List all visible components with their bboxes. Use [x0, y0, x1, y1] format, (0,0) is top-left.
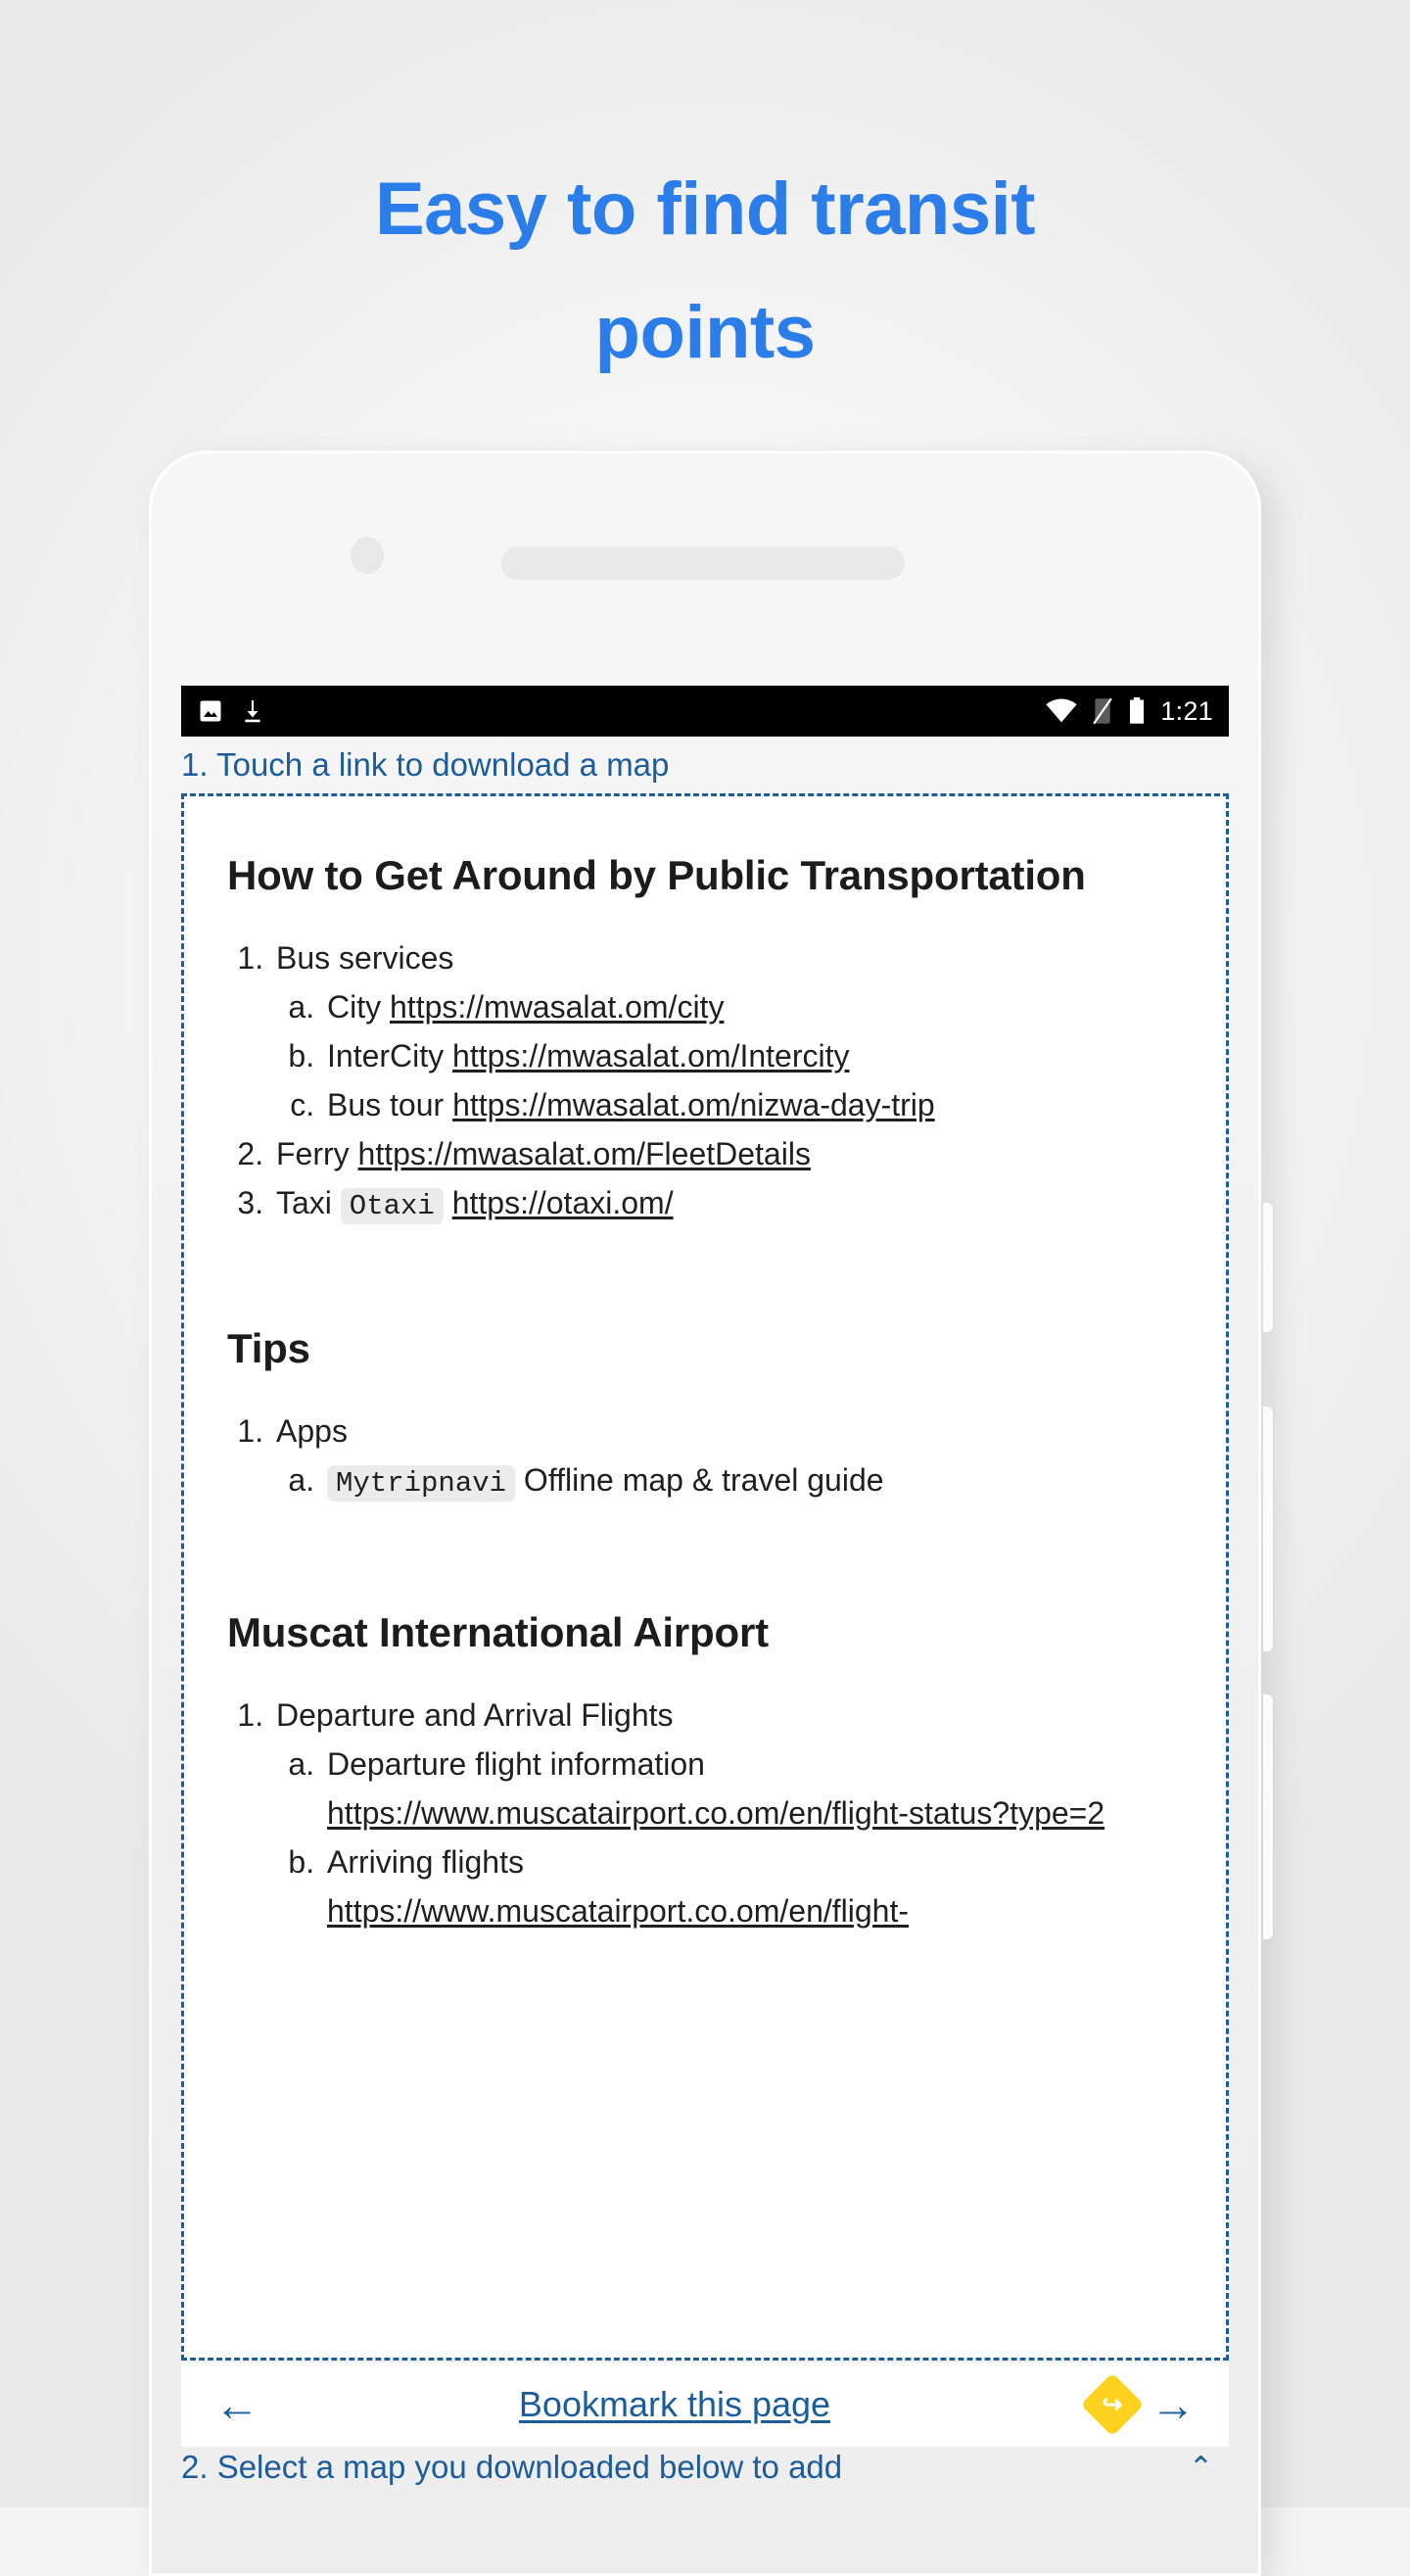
link-city[interactable]: https://mwasalat.om/city	[390, 989, 724, 1025]
heading-airport: Muscat International Airport	[227, 1608, 769, 1655]
no-signal-icon	[1093, 697, 1113, 725]
battery-icon	[1130, 697, 1145, 724]
flights-sublist: Departure flight information https://www…	[276, 1741, 1183, 1936]
item-label: Departure flight information	[327, 1745, 705, 1782]
link-bus-tour[interactable]: https://mwasalat.om/nizwa-day-trip	[452, 1087, 935, 1122]
step-1-instruction: 1. Touch a link to download a map	[181, 746, 670, 783]
item-label: Ferry	[276, 1135, 350, 1171]
airport-list: Departure and Arrival Flights Departure …	[227, 1692, 1183, 1936]
link-ferry[interactable]: https://mwasalat.om/FleetDetails	[358, 1136, 811, 1171]
share-button[interactable]: ↪	[1080, 2372, 1145, 2437]
status-bar: 1:21	[181, 686, 1229, 737]
list-item: Arriving flights https://www.muscatairpo…	[323, 1838, 1183, 1936]
link-otaxi[interactable]: https://otaxi.om/	[452, 1185, 674, 1220]
earpiece-speaker	[501, 547, 905, 580]
clock-label: 1:21	[1160, 695, 1213, 726]
list-item: Departure flight information https://www…	[323, 1741, 1183, 1838]
list-item: InterCity https://mwasalat.om/Intercity	[323, 1032, 1183, 1081]
list-item: Ferry https://mwasalat.om/FleetDetails	[272, 1130, 1183, 1179]
code-chip-mytripnavi: Mytripnavi	[327, 1465, 516, 1503]
link-arriving-flights[interactable]: https://www.muscatairport.co.om/en/fligh…	[327, 1893, 909, 1929]
item-label: Bus services	[276, 940, 454, 977]
tips-list: Apps Mytripnavi Offline map & travel gui…	[227, 1407, 1183, 1505]
webview-container[interactable]: How to Get Around by Public Transportati…	[181, 793, 1229, 2361]
list-item: Taxi Otaxi https://otaxi.om/	[272, 1179, 1183, 1228]
transport-list: Bus services City https://mwasalat.om/ci…	[227, 934, 1183, 1228]
list-item: City https://mwasalat.om/city	[323, 983, 1183, 1032]
share-arrow-glyph: ↪	[1102, 2390, 1123, 2418]
wifi-icon	[1046, 698, 1077, 723]
headline-line-2: points	[594, 291, 816, 374]
status-bar-system-icons: 1:21	[1045, 696, 1213, 727]
back-arrow-icon[interactable]: ←	[207, 2382, 267, 2427]
link-departure-flights[interactable]: https://www.muscatairport.co.om/en/fligh…	[327, 1795, 1104, 1831]
item-label: Apps	[276, 1413, 348, 1450]
browser-bottom-bar: ← Bookmark this page ↪ →	[181, 2362, 1229, 2447]
volume-down-button[interactable]	[1263, 1694, 1273, 1939]
link-intercity[interactable]: https://mwasalat.om/Intercity	[452, 1038, 849, 1073]
front-camera-icon	[351, 537, 384, 574]
list-item: Departure and Arrival Flights Departure …	[272, 1692, 1183, 1936]
article-content: How to Get Around by Public Transportati…	[184, 796, 1226, 1935]
item-label: Arriving flights	[327, 1843, 524, 1880]
page-title: Easy to find transit points	[0, 172, 1410, 370]
list-item: Bus services City https://mwasalat.om/ci…	[272, 934, 1183, 1130]
bus-sublist: City https://mwasalat.om/city InterCity …	[276, 983, 1183, 1130]
chevron-up-icon[interactable]: ⌃	[1189, 2451, 1229, 2485]
share-diamond-icon: ↪	[1080, 2372, 1145, 2437]
item-label: City	[327, 989, 382, 1026]
item-label: Taxi	[276, 1184, 332, 1220]
forward-arrow-icon[interactable]: →	[1143, 2382, 1203, 2427]
apps-sublist: Mytripnavi Offline map & travel guide	[276, 1456, 1183, 1505]
list-item: Apps Mytripnavi Offline map & travel gui…	[272, 1407, 1183, 1505]
heading-transportation: How to Get Around by Public Transportati…	[227, 852, 1086, 898]
item-label: InterCity	[327, 1038, 445, 1074]
download-icon	[245, 700, 260, 723]
item-label: Departure and Arrival Flights	[276, 1696, 674, 1733]
status-bar-notifications	[197, 697, 265, 725]
step-2-label: 2. Select a map you downloaded below to …	[181, 2449, 843, 2485]
code-chip-otaxi: Otaxi	[340, 1187, 444, 1224]
step-2-instruction[interactable]: 2. Select a map you downloaded below to …	[181, 2449, 1229, 2486]
item-label: Offline map & travel guide	[523, 1462, 884, 1499]
power-button[interactable]	[1263, 1203, 1273, 1332]
heading-tips: Tips	[227, 1325, 310, 1372]
list-item: Bus tour https://mwasalat.om/nizwa-day-t…	[323, 1081, 1183, 1130]
headline-line-1: Easy to find transit	[374, 167, 1036, 251]
item-label: Bus tour	[327, 1087, 445, 1123]
volume-up-button[interactable]	[1263, 1407, 1273, 1651]
list-item: Mytripnavi Offline map & travel guide	[323, 1456, 1183, 1505]
image-icon	[200, 700, 221, 722]
bookmark-this-page-link[interactable]: Bookmark this page	[267, 2384, 1082, 2425]
